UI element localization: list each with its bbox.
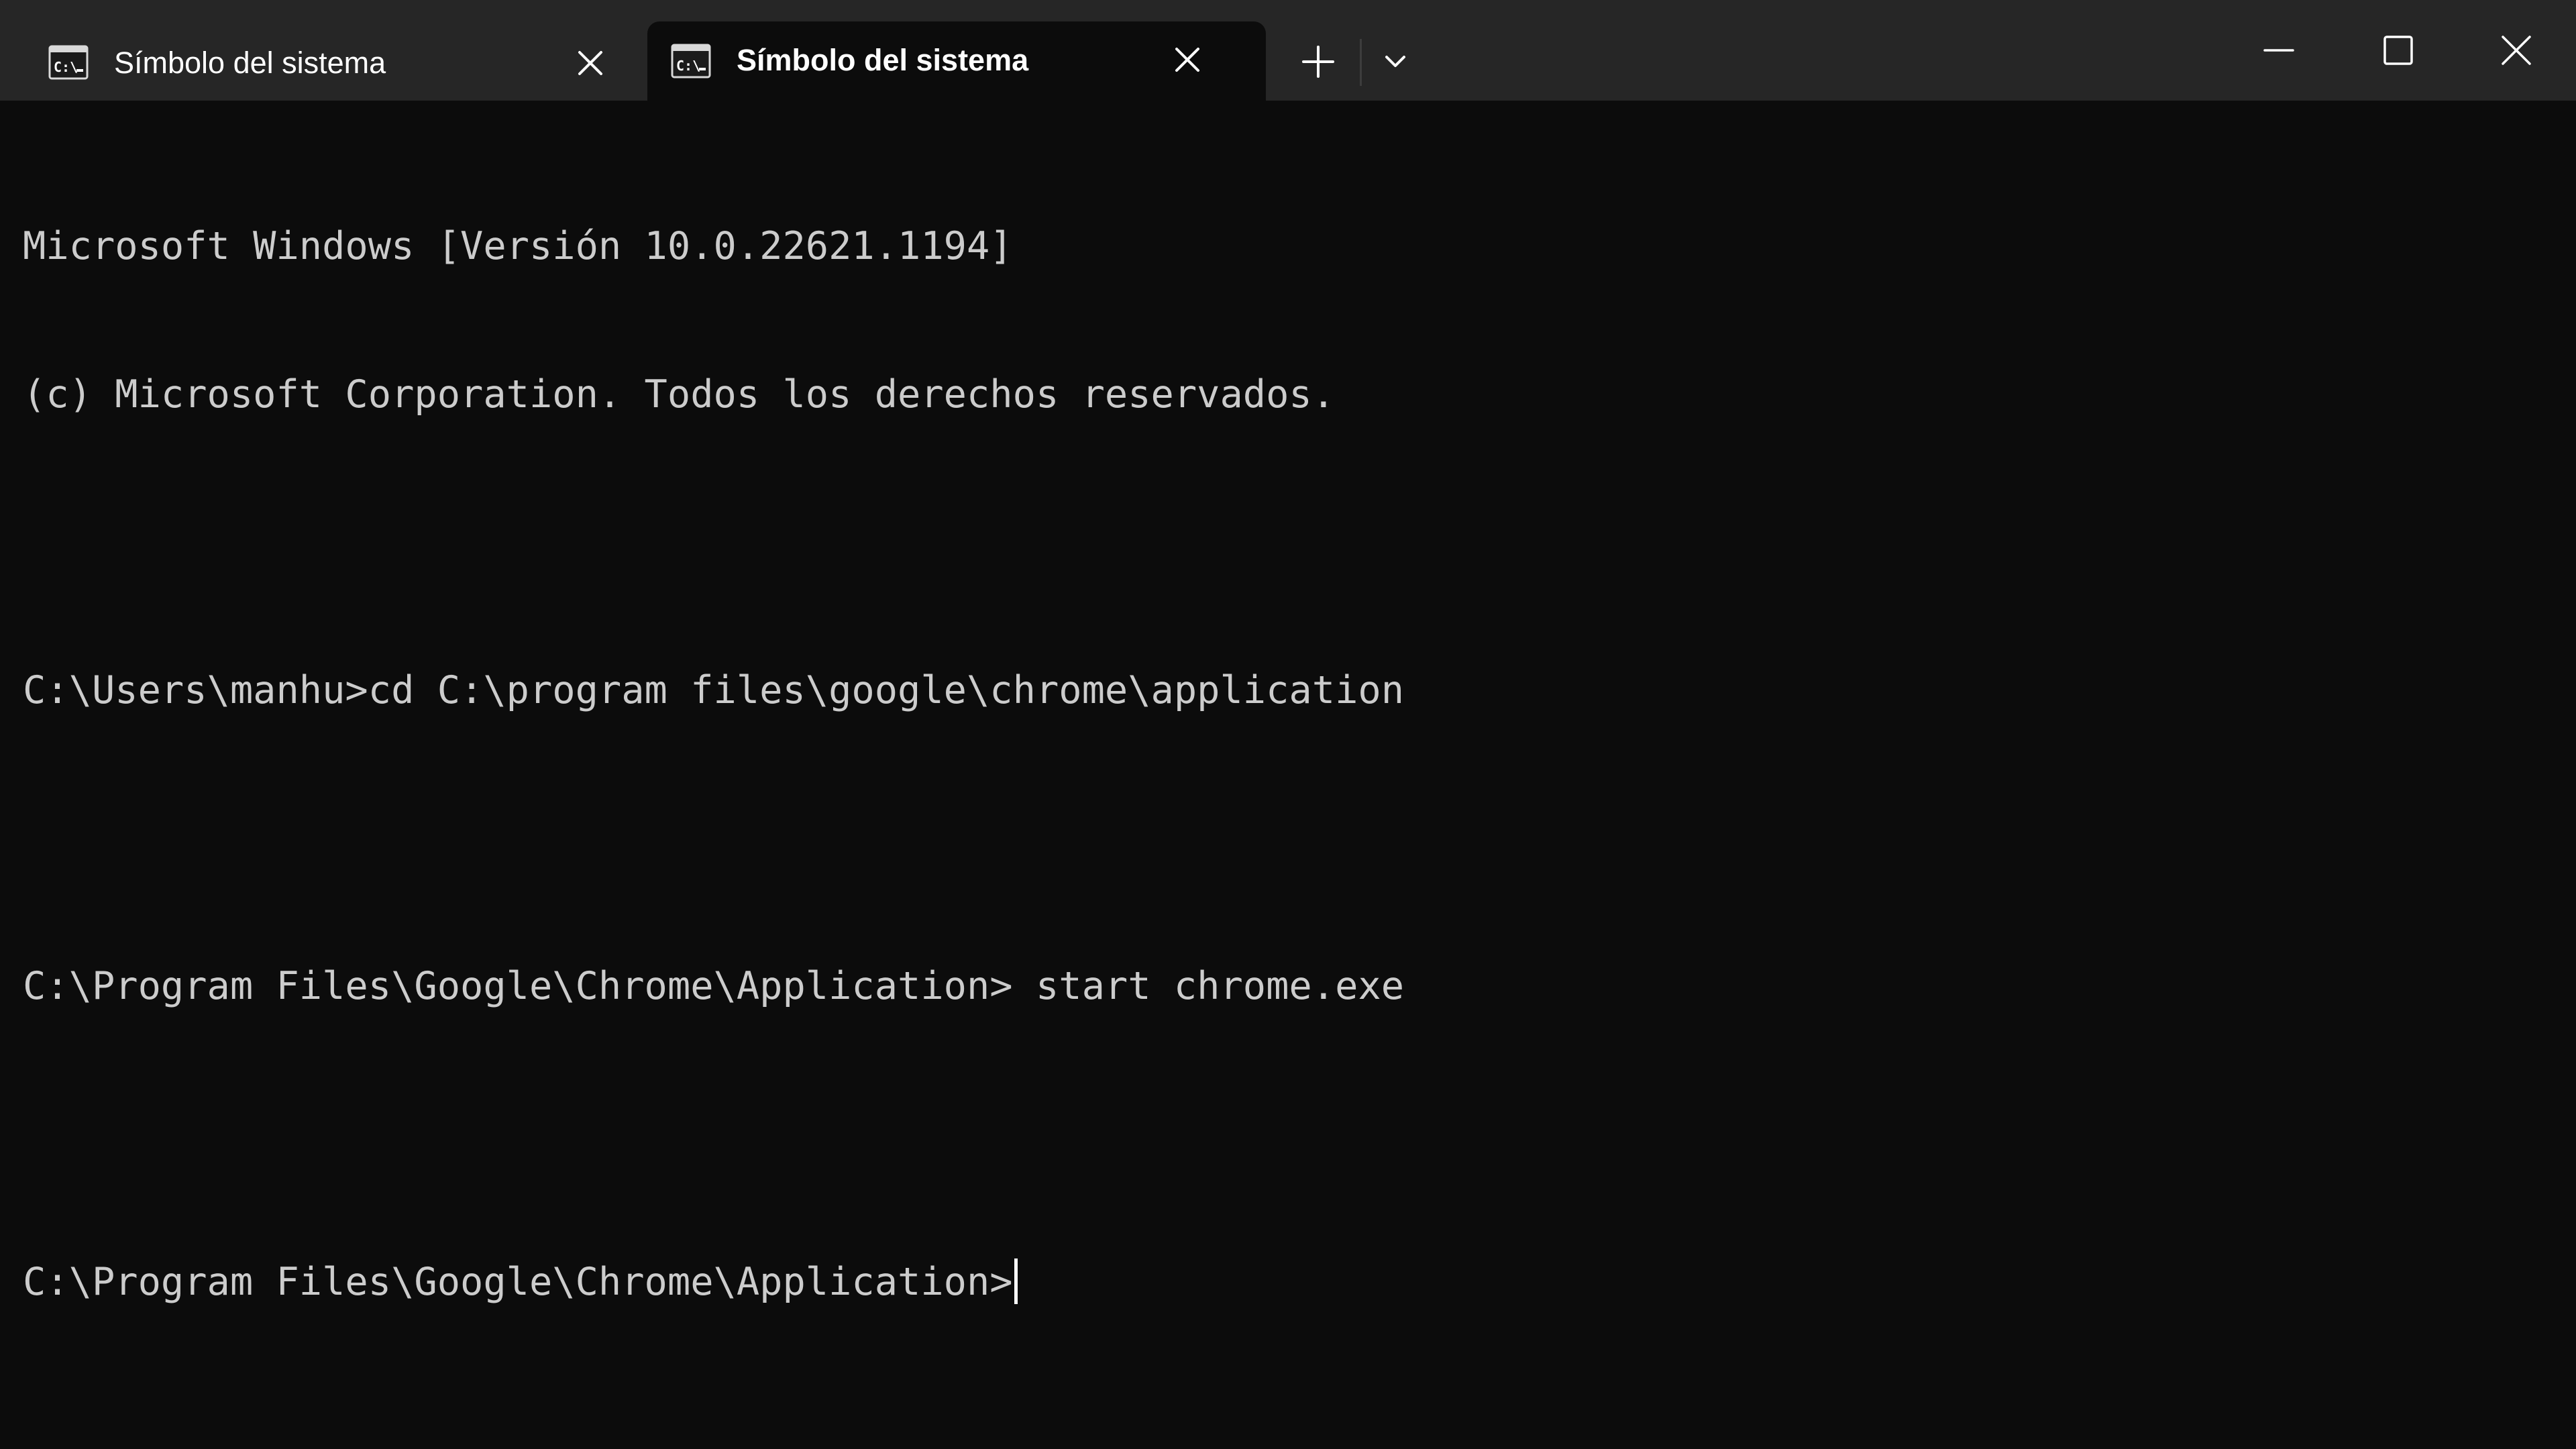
terminal-lines: Microsoft Windows [Versión 10.0.22621.11… [23,123,1404,1405]
tab-title: Símbolo del sistema [737,43,1029,77]
terminal-line: C:\Users\manhu>cd C:\program files\googl… [23,667,1405,712]
tab-icon-text: C:\ [676,58,700,74]
command-prompt-icon: C:\ [671,44,711,78]
tab-separator [1360,39,1362,86]
tab-title: Símbolo del sistema [114,46,386,80]
close-window-button[interactable] [2493,27,2540,74]
maximize-button[interactable] [2375,27,2422,74]
terminal-prompt-line[interactable]: C:\Program Files\Google\Chrome\Applicati… [23,1258,1404,1307]
new-tab-button[interactable] [1298,42,1338,82]
tab-command-prompt-1[interactable]: C:\ Símbolo del sistema [0,27,641,101]
terminal-window: C:\ Símbolo del sistema C:\ Símbolo del … [0,0,2576,1449]
terminal-prompt: C:\Program Files\Google\Chrome\Applicati… [23,1259,1013,1304]
minimize-button[interactable] [2255,27,2302,74]
terminal-line: (c) Microsoft Corporation. Todos los der… [23,372,1336,417]
terminal-line: C:\Program Files\Google\Chrome\Applicati… [23,963,1405,1008]
title-bar: C:\ Símbolo del sistema C:\ Símbolo del … [0,0,2576,101]
close-tab-icon[interactable] [576,48,605,78]
close-tab-icon[interactable] [1173,45,1202,74]
tab-command-prompt-2[interactable]: C:\ Símbolo del sistema [647,21,1266,101]
terminal-line: Microsoft Windows [Versión 10.0.22621.11… [23,224,1013,268]
chevron-down-icon[interactable] [1379,44,1412,78]
text-cursor [1014,1258,1018,1304]
command-prompt-icon: C:\ [48,45,89,80]
tab-icon-text: C:\ [54,59,78,75]
terminal-output[interactable]: Microsoft Windows [Versión 10.0.22621.11… [0,101,2576,1449]
